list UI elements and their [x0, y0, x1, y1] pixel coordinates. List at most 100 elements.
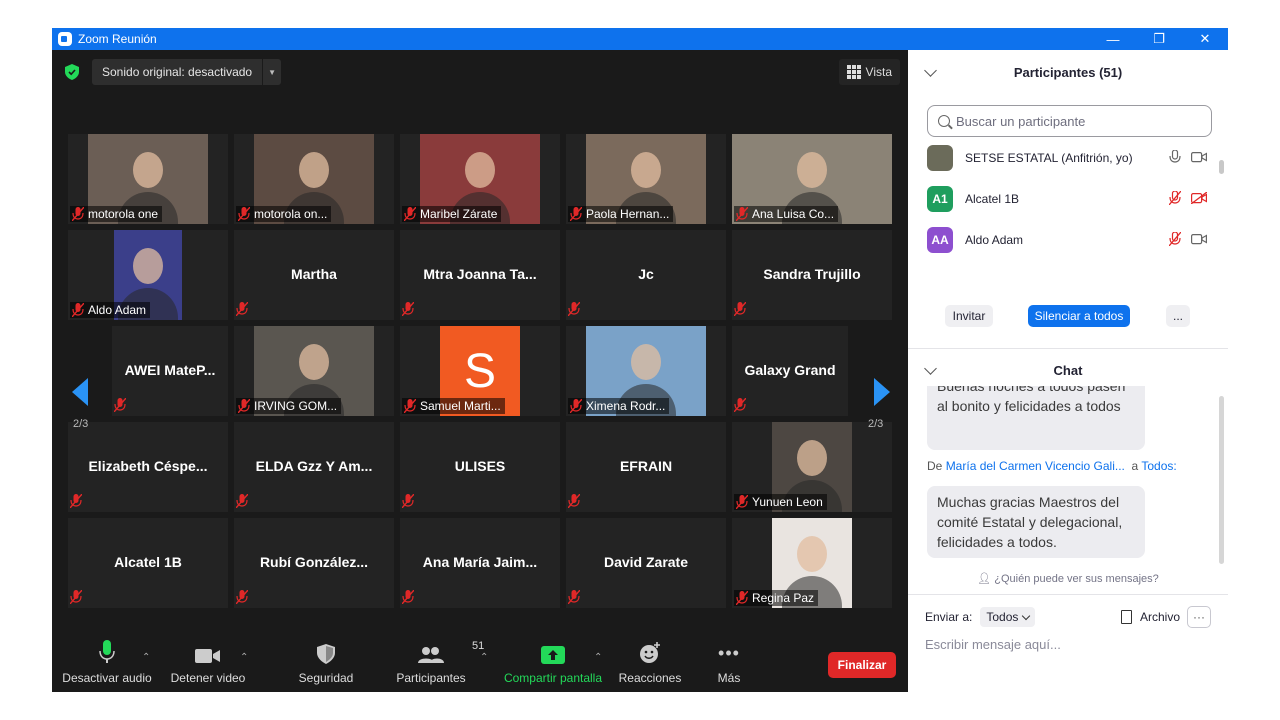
participant-tile[interactable]: Ana Luisa Co... — [732, 134, 892, 224]
participant-tile[interactable]: Rubí González... — [234, 518, 394, 608]
participant-list-scrollbar[interactable] — [1219, 160, 1224, 174]
participants-button[interactable]: 51 Participantes — [392, 638, 484, 692]
participant-name-label: IRVING GOM... — [236, 398, 342, 414]
video-options-caret-icon[interactable]: ⌃ — [240, 652, 248, 663]
participant-tile[interactable]: Jc — [566, 230, 726, 320]
participant-tile[interactable]: Paola Hernan... — [566, 134, 726, 224]
participants-header: Participantes (51) — [908, 50, 1228, 94]
person-silhouette — [797, 152, 827, 188]
participant-tile[interactable]: IRVING GOM... — [234, 326, 394, 416]
chat-sender-name[interactable]: María del Carmen Vicencio Gali... — [946, 459, 1125, 473]
person-silhouette — [133, 248, 163, 284]
chat-message-input[interactable] — [925, 634, 1215, 654]
participants-options-caret-icon[interactable]: ⌃ — [480, 652, 488, 663]
participant-tile[interactable]: Martha — [234, 230, 394, 320]
reactions-button[interactable]: Reacciones — [614, 638, 686, 692]
participant-row[interactable]: AA Aldo Adam — [927, 226, 1207, 254]
muted-microphone-icon[interactable] — [1168, 189, 1182, 208]
video-camera-icon[interactable] — [1191, 151, 1207, 166]
participant-tile[interactable]: Elizabeth Céspe... — [68, 422, 228, 512]
who-can-see-messages[interactable]: 👤︎ ¿Quién puede ver sus mensajes? — [908, 572, 1228, 585]
end-meeting-button[interactable]: Finalizar — [828, 652, 896, 678]
muted-microphone-icon — [235, 301, 249, 317]
participant-row[interactable]: A1 Alcatel 1B — [927, 185, 1208, 213]
video-camera-icon[interactable] — [1191, 233, 1207, 248]
participant-tile[interactable]: motorola on... — [234, 134, 394, 224]
participant-tile[interactable]: David Zarate — [566, 518, 726, 608]
participant-tile[interactable]: Ximena Rodr... — [566, 326, 726, 416]
muted-microphone-icon — [71, 206, 85, 222]
audio-options-caret-icon[interactable]: ⌃ — [142, 652, 150, 663]
share-screen-icon — [541, 646, 565, 664]
previous-page-arrow-icon[interactable] — [72, 378, 88, 406]
participant-name-label: motorola one — [70, 206, 163, 222]
collapse-participants-chevron-icon[interactable] — [924, 64, 937, 77]
stop-video-button[interactable]: Detener video — [168, 638, 248, 692]
participant-tile[interactable]: S Samuel Marti... — [400, 326, 560, 416]
participant-name: Galaxy Grand — [744, 362, 836, 378]
muted-microphone-icon — [237, 206, 251, 222]
participant-row[interactable]: SETSE ESTATAL (Anfitrión, yo) — [927, 144, 1207, 172]
participant-tile[interactable]: Mtra Joanna Ta... — [400, 230, 560, 320]
muted-microphone-icon — [113, 397, 127, 413]
participant-name-label: Aldo Adam — [70, 302, 151, 318]
participant-tile[interactable]: motorola one — [68, 134, 228, 224]
participant-tile[interactable]: AWEI MateP... — [112, 326, 228, 416]
muted-microphone-icon — [735, 494, 749, 510]
muted-microphone-icon — [403, 398, 417, 414]
participant-tile[interactable]: Maribel Zárate — [400, 134, 560, 224]
view-button[interactable]: Vista — [838, 59, 900, 85]
original-sound-toggle[interactable]: Sonido original: desactivado ▼ — [92, 59, 282, 85]
muted-microphone-icon[interactable] — [1168, 230, 1182, 249]
chat-recipient[interactable]: Todos: — [1141, 459, 1176, 473]
muted-microphone-icon — [71, 302, 85, 318]
encryption-shield-icon[interactable] — [65, 64, 79, 80]
participant-tile[interactable]: Aldo Adam — [68, 230, 228, 320]
participant-tile[interactable]: Sandra Trujillo — [732, 230, 892, 320]
microphone-icon[interactable] — [1169, 148, 1181, 167]
view-label: Vista — [865, 65, 892, 79]
close-icon[interactable]: ✕ — [1182, 28, 1228, 50]
share-screen-button[interactable]: Compartir pantalla — [502, 638, 604, 692]
send-to-dropdown[interactable]: Todos — [980, 607, 1036, 627]
participant-tile[interactable]: Ana María Jaim... — [400, 518, 560, 608]
next-page-arrow-icon[interactable] — [874, 378, 890, 406]
chevron-down-icon — [1022, 611, 1031, 620]
participant-tile[interactable]: ULISES — [400, 422, 560, 512]
chat-more-button[interactable]: ··· — [1187, 606, 1211, 628]
participant-tile[interactable]: ELDA Gzz Y Am... — [234, 422, 394, 512]
participant-search-input[interactable] — [956, 113, 1196, 129]
security-button[interactable]: Seguridad — [292, 638, 360, 692]
send-to-label: Enviar a: — [925, 610, 973, 624]
mute-audio-button[interactable]: Desactivar audio — [62, 638, 152, 692]
muted-microphone-icon — [237, 398, 251, 414]
participant-search-box[interactable] — [927, 105, 1212, 137]
participant-tile[interactable]: Galaxy Grand — [732, 326, 848, 416]
collapse-chat-chevron-icon[interactable] — [924, 362, 937, 375]
participant-tile[interactable]: Yunuen Leon — [732, 422, 892, 512]
muted-microphone-icon — [567, 589, 581, 605]
file-icon — [1121, 610, 1132, 624]
share-options-caret-icon[interactable]: ⌃ — [594, 652, 602, 663]
participant-name: Sandra Trujillo — [763, 266, 861, 282]
more-button[interactable]: ••• Más — [704, 638, 754, 692]
chevron-down-icon[interactable]: ▼ — [263, 68, 281, 77]
page-indicator-right: 2/3 — [868, 418, 884, 430]
participants-more-button[interactable]: ... — [1166, 305, 1190, 327]
participant-tile[interactable]: EFRAIN — [566, 422, 726, 512]
invite-button[interactable]: Invitar — [945, 305, 993, 327]
restore-icon[interactable]: ❐ — [1136, 28, 1182, 50]
participant-name: Elizabeth Céspe... — [88, 458, 208, 474]
video-off-icon[interactable] — [1190, 190, 1208, 207]
participant-tile[interactable]: Regina Paz — [732, 518, 892, 608]
muted-microphone-icon — [401, 589, 415, 605]
mute-all-button[interactable]: Silenciar a todos — [1028, 305, 1130, 327]
minimize-icon[interactable]: — — [1090, 28, 1136, 50]
participant-name-label: Maribel Zárate — [402, 206, 502, 222]
participant-tile[interactable]: Alcatel 1B — [68, 518, 228, 608]
person-silhouette — [299, 152, 329, 188]
person-silhouette — [797, 440, 827, 476]
muted-microphone-icon — [403, 206, 417, 222]
chat-scrollbar[interactable] — [1219, 396, 1224, 564]
file-button[interactable]: Archivo — [1121, 610, 1180, 624]
